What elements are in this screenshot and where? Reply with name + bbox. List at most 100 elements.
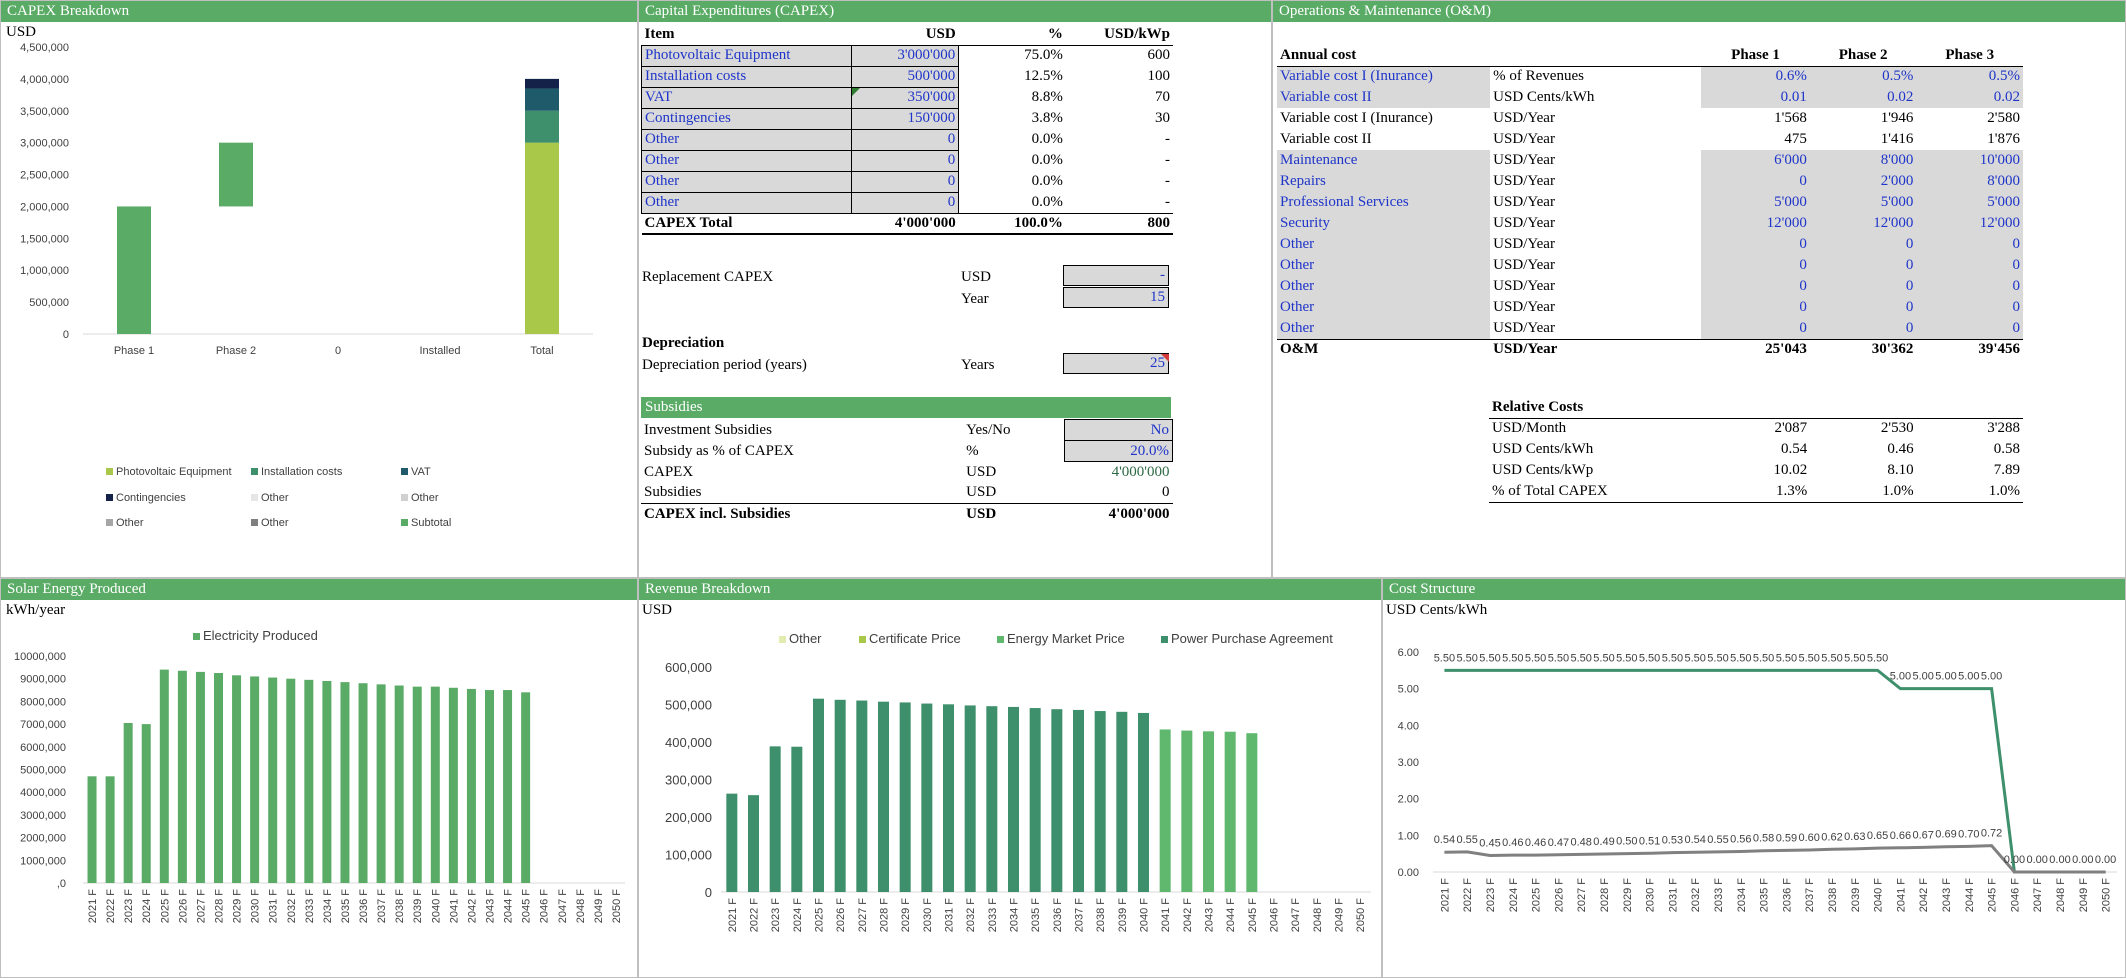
om-value-input[interactable]: 0 [1809,276,1917,297]
om-value-input[interactable]: 5'000 [1916,192,2023,213]
capex-usd-input[interactable]: 0 [851,129,960,151]
om-item-label[interactable]: Other [1277,276,1491,297]
om-value-input[interactable]: 0 [1701,234,1810,255]
bar-segment [525,78,559,89]
om-value-input[interactable]: 0 [1916,297,2023,318]
om-value-input[interactable]: 0.02 [1809,87,1917,108]
capex-total-cell: CAPEX Total [641,212,852,235]
replacement-year-input[interactable]: 15 [1063,287,1169,308]
legend-swatch [251,468,258,475]
data-label: 0.67 [1912,829,1933,841]
om-value-input[interactable]: 6'000 [1701,150,1810,171]
capex-usd-input[interactable]: 3'000'000 [851,45,960,67]
x-tick-label: 2033 F [987,898,999,933]
solar-panel: Solar Energy Produced kWh/year Electrici… [0,578,638,978]
x-tick-label: 2039 F [1117,898,1129,933]
om-value-input[interactable]: 0.02 [1916,87,2023,108]
capex-breakdown-panel: CAPEX Breakdown USD 4,500,000 4,000,000 3,… [0,0,638,578]
x-tick-label: 2050 F [611,889,623,924]
replacement-capex-input[interactable]: - [1063,265,1169,286]
relative-cell: 2'530 [1880,420,1914,437]
om-item-label[interactable]: Variable cost II [1277,87,1491,108]
om-item-label[interactable]: Other [1277,234,1491,255]
data-label: 0.56 [1730,833,1751,845]
om-value-input[interactable]: 0 [1809,297,1917,318]
bar [376,684,386,883]
om-value-input[interactable]: 12'000 [1809,213,1917,234]
om-value-input[interactable]: 0.01 [1701,87,1810,108]
om-item-label[interactable]: Other [1277,297,1491,318]
om-value-input[interactable]: 8'000 [1916,171,2023,192]
capex-item-label[interactable]: Other [640,129,853,151]
relative-cell: 8.10 [1887,462,1914,478]
om-total-cell: 25'043 [1701,338,1810,360]
om-value-input[interactable]: 2'000 [1809,171,1917,192]
x-tick-label: 2042 F [1182,898,1194,933]
data-label: 0.66 [1890,830,1911,842]
capex-item-label[interactable]: Other [640,150,853,172]
om-item-label[interactable]: Maintenance [1277,150,1491,171]
capex-usd-input[interactable]: 500'000 [851,66,960,88]
om-value-input[interactable]: 5'000 [1809,192,1917,213]
om-value-input[interactable]: 0 [1809,255,1917,276]
bar [466,688,476,883]
om-value-input[interactable]: 0 [1809,234,1917,255]
om-value-input[interactable]: 12'000 [1701,213,1810,234]
om-item-label[interactable]: Other [1277,255,1491,276]
y-tick-label: 4.00 [1398,720,1419,732]
x-tick-label: 2041 F [1895,878,1907,913]
om-row: Variable cost I (Inurance)% of Revenues 0… [1277,66,2023,87]
om-value-input[interactable]: 12'000 [1916,213,2023,234]
om-value-input[interactable]: 0 [1701,255,1810,276]
data-label: 5.50 [1434,652,1455,664]
y-tick-label: 1,500,000 [20,233,69,245]
om-value-input[interactable]: 5'000 [1701,192,1810,213]
om-unit: USD/Year [1493,152,1555,168]
bar-segment [834,699,846,892]
capex-usd-input[interactable]: 0 [851,150,960,172]
capex-usd-kwp: - [1165,152,1170,168]
capex-usd-input[interactable]: 350'000 [851,87,960,109]
bar-segment [525,142,559,334]
subsidy-input[interactable]: No [1064,419,1173,441]
x-tick-label: 2038 F [1095,898,1107,933]
capex-item-label[interactable]: VAT [640,87,853,109]
om-item-label[interactable]: Repairs [1277,171,1491,192]
capex-usd-input[interactable]: 150'000 [851,108,960,130]
y-tick-label: 300,000 [665,772,712,787]
y-tick-label: 6.00 [1398,647,1419,659]
subsidy-input[interactable]: 20.0% [1064,440,1173,462]
om-item-label[interactable]: Security [1277,213,1491,234]
om-value-input[interactable]: 0 [1701,276,1810,297]
om-value-input[interactable]: 0 [1701,297,1810,318]
om-value-input[interactable]: 0 [1916,276,2023,297]
capex-item-label[interactable]: Other [640,192,853,214]
capex-item-label[interactable]: Other [640,171,853,193]
om-item-label[interactable]: Professional Services [1277,192,1491,213]
depreciation-input[interactable]: 25 [1063,353,1169,374]
om-value-input[interactable]: 0 [1916,318,2023,339]
om-value-input[interactable]: 0 [1809,318,1917,339]
om-value-input[interactable]: 0 [1701,171,1810,192]
x-tick-label: 2039 F [1850,878,1862,913]
om-value-input[interactable]: 0 [1701,318,1810,339]
capex-item-label[interactable]: Contingencies [640,108,853,130]
subsidies-table: Investment Subsidies Yes/No No Subsidy as %… [641,419,1173,525]
capex-usd-kwp: - [1165,131,1170,147]
om-value-input[interactable]: 0 [1916,255,2023,276]
capex-usd-kwp: - [1165,193,1170,210]
capex-item-label[interactable]: Installation costs [640,66,853,88]
capex-usd-input[interactable]: 0 [851,192,960,214]
capex-item-label[interactable]: Photovoltaic Equipment [640,45,853,67]
subsidy-value: 0 [1162,484,1170,501]
om-value-input[interactable]: 0.5% [1809,66,1917,87]
om-value-input[interactable]: 10'000 [1916,150,2023,171]
om-value-input[interactable]: 0.6% [1701,66,1810,87]
om-value-input[interactable]: 0 [1916,234,2023,255]
om-item-label[interactable]: Variable cost I (Inurance) [1277,66,1491,87]
om-value-input[interactable]: 8'000 [1809,150,1917,171]
om-item-label[interactable]: Other [1277,318,1491,339]
capex-usd-input[interactable]: 0 [851,171,960,193]
om-value-input[interactable]: 0.5% [1916,66,2023,87]
x-tick-label: 2041 F [1160,898,1172,933]
